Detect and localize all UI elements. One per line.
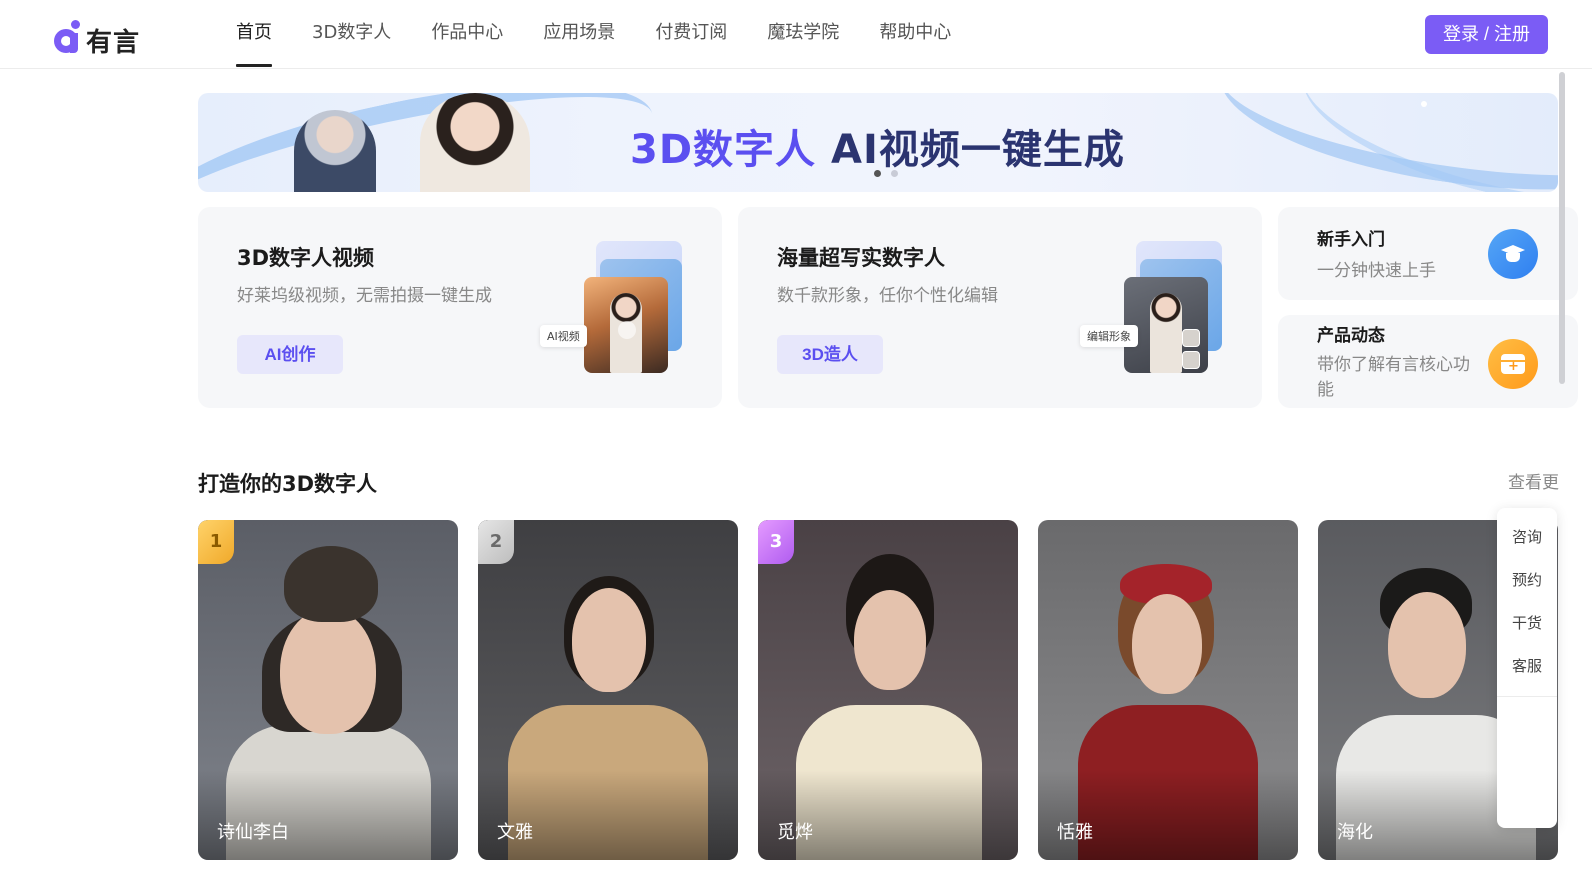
side-card-subtitle: 一分钟快速上手 — [1317, 261, 1436, 281]
feature-card-video[interactable]: 3D数字人视频 好莱坞级视频，无需拍摄一键生成 AI创作 AI视频 — [198, 207, 722, 408]
consult-button[interactable]: 咨询 — [1497, 526, 1557, 569]
nav-item-academy[interactable]: 魔珐学院 — [767, 0, 839, 69]
login-register-button[interactable]: 登录 / 注册 — [1425, 15, 1548, 54]
create-3d-avatar-button[interactable]: 3D造人 — [777, 335, 883, 374]
avatar-card[interactable]: 3 觅烨 — [758, 520, 1018, 860]
avatar-name: 海化 — [1337, 822, 1373, 843]
rank-badge: 1 — [198, 520, 234, 564]
banner-pagination — [874, 170, 898, 177]
feature-illustration: AI视频 — [540, 241, 684, 376]
brand-name: 有言 — [86, 28, 141, 58]
banner-dot[interactable] — [891, 170, 898, 177]
feature-subtitle: 数千款形象，任你个性化编辑 — [777, 286, 998, 306]
brand-logo[interactable]: 有言 — [52, 14, 140, 59]
feature-illustration: 编辑形象 — [1080, 241, 1224, 376]
ai-create-button[interactable]: AI创作 — [237, 335, 343, 374]
nav-item-works[interactable]: 作品中心 — [431, 0, 503, 69]
main-nav: 首页 3D数字人 作品中心 应用场景 付费订阅 魔珐学院 帮助中心 — [236, 0, 991, 69]
side-card-title: 产品动态 — [1317, 326, 1385, 346]
play-icon — [618, 321, 636, 339]
banner-avatar-image — [294, 110, 376, 192]
gift-box-icon — [1488, 339, 1538, 389]
banner-title-highlight: 3D数字人 — [630, 127, 817, 173]
see-more-link[interactable]: 查看更 — [1508, 468, 1559, 493]
resources-button[interactable]: 干货 — [1497, 612, 1557, 655]
section-title: 打造你的3D数字人 — [198, 472, 378, 496]
avatar-name: 恬雅 — [1057, 822, 1093, 843]
avatar-name: 觅烨 — [777, 822, 813, 843]
avatar-preview-image — [1150, 293, 1182, 373]
rank-badge: 3 — [758, 520, 794, 564]
feature-tag: AI视频 — [540, 325, 587, 347]
side-card-subtitle: 带你了解有言核心功能 — [1317, 355, 1470, 400]
side-card-product-news[interactable]: 产品动态 带你了解有言核心功能 — [1278, 315, 1578, 408]
avatar-thumbnails — [1182, 329, 1200, 373]
banner-sparkle — [1421, 101, 1427, 107]
feature-title: 海量超写实数字人 — [777, 246, 945, 270]
avatar-name: 文雅 — [497, 822, 533, 843]
avatar-card[interactable]: 1 诗仙李白 — [198, 520, 458, 860]
logo-icon — [52, 19, 82, 55]
rank-badge: 2 — [478, 520, 514, 564]
customer-service-button[interactable]: 客服 — [1497, 655, 1557, 698]
avatar-card[interactable]: 恬雅 — [1038, 520, 1298, 860]
nav-item-home[interactable]: 首页 — [236, 0, 272, 69]
feature-card-avatars[interactable]: 海量超写实数字人 数千款形象，任你个性化编辑 3D造人 编辑形象 — [738, 207, 1262, 408]
avatar-card[interactable]: 2 文雅 — [478, 520, 738, 860]
hero-banner[interactable]: 3D数字人 AI视频一键生成 — [198, 93, 1558, 192]
top-header: 有言 首页 3D数字人 作品中心 应用场景 付费订阅 魔珐学院 帮助中心 登录 … — [0, 0, 1592, 69]
graduation-cap-icon — [1488, 229, 1538, 279]
nav-item-3d-avatar[interactable]: 3D数字人 — [312, 0, 391, 69]
banner-title: 3D数字人 AI视频一键生成 — [630, 117, 1125, 175]
banner-avatar-image — [420, 93, 530, 192]
feature-tag: 编辑形象 — [1080, 325, 1138, 347]
banner-title-main: AI视频一键生成 — [830, 127, 1125, 173]
floating-help-dock: 咨询 预约 干货 客服 — [1497, 508, 1557, 828]
nav-item-help[interactable]: 帮助中心 — [879, 0, 951, 69]
side-card-getting-started[interactable]: 新手入门 一分钟快速上手 — [1278, 207, 1578, 300]
dock-divider — [1497, 696, 1557, 697]
side-card-title: 新手入门 — [1317, 230, 1385, 250]
reservation-button[interactable]: 预约 — [1497, 569, 1557, 612]
nav-item-subscription[interactable]: 付费订阅 — [655, 0, 727, 69]
banner-dot[interactable] — [874, 170, 881, 177]
app-root: 有言 首页 3D数字人 作品中心 应用场景 付费订阅 魔珐学院 帮助中心 登录 … — [0, 0, 1592, 884]
feature-title: 3D数字人视频 — [237, 246, 375, 270]
page-scrollbar[interactable] — [1559, 72, 1565, 384]
avatar-name: 诗仙李白 — [217, 822, 289, 843]
feature-subtitle: 好莱坞级视频，无需拍摄一键生成 — [237, 286, 492, 306]
nav-item-scenarios[interactable]: 应用场景 — [543, 0, 615, 69]
